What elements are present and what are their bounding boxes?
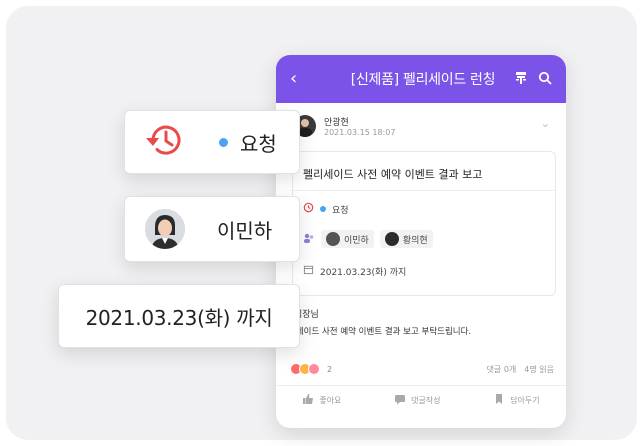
post-detail-box: 펠리세이드 사전 예약 이벤트 결과 보고 요청 이민하 황의현 2021.03… [292,151,556,296]
assignee-icon [303,232,315,247]
history-icon [303,202,314,216]
bookmark-button[interactable]: 담아두기 [493,393,540,407]
history-icon [143,120,187,164]
status-dot [320,206,326,212]
reaction-count: 2 [327,364,333,374]
status-card-label: 요청 [240,131,277,156]
due-date-card[interactable]: 2021.03.23(화) 까지 [58,284,300,348]
comment-body: 리세이드 사전 예약 이벤트 결과 보고 부탁드립니다. [288,327,472,337]
bookmark-icon [493,393,505,407]
like-button[interactable]: 좋아요 [302,393,341,407]
author-name: 안광현 [324,118,349,128]
assignee-name: 이민하 [344,235,369,246]
comment-icon [394,393,406,407]
read-count: 4명 읽음 [524,364,554,374]
divider [276,385,566,386]
heart-emoji-icon [308,363,320,375]
assignee-avatar [326,232,340,246]
status-row[interactable]: 요청 [303,202,349,216]
user-avatar [145,209,185,249]
comment-button[interactable]: 댓글작성 [394,393,441,407]
bookmark-label: 담아두기 [510,395,540,405]
post-actions: 좋아요 댓글작성 담아두기 [276,393,566,407]
header-title: [신제품] 펠리세이드 런칭 [350,72,496,88]
assignee-name: 황의현 [402,235,428,246]
comment-label: 댓글작성 [411,395,441,405]
like-label: 좋아요 [319,395,342,405]
assignee-card-name: 이민하 [217,218,273,243]
post-header: ‹ [신제품] 펠리세이드 런칭 [276,55,566,103]
status-label: 요청 [332,205,349,216]
reactions[interactable] [290,363,320,375]
search-icon[interactable] [538,70,552,89]
back-arrow-icon[interactable]: ‹ [290,70,308,88]
due-date: 2021.03.23(화) 까지 [320,267,407,278]
pin-icon[interactable] [514,70,528,89]
assignee-avatar [384,232,399,246]
assignee-row: 이민하 황의현 [303,230,433,248]
calendar-icon [303,264,314,278]
due-date-card-label: 2021.03.23(화) 까지 [85,305,273,330]
comment-count: 댓글 0개 [486,364,517,374]
divider [293,190,555,191]
due-row[interactable]: 2021.03.23(화) 까지 [303,264,406,278]
assignee-chip[interactable]: 황의현 [379,230,433,248]
post-title: 펠리세이드 사전 예약 이벤트 결과 보고 [303,168,483,181]
post-date: 2021.03.15 18:07 [324,128,396,137]
chevron-down-icon[interactable]: ⌄ [541,117,550,130]
post-stats: 2 댓글 0개 4명 읽음 [290,361,554,377]
status-dot [219,137,228,147]
assignee-chip[interactable]: 이민하 [321,230,374,248]
post-author: 안광현 2021.03.15 18:07 ⌄ [294,115,554,145]
assignee-card[interactable]: 이민하 [124,196,300,262]
thumbs-up-icon [302,393,314,407]
phone-mockup: ‹ [신제품] 펠리세이드 런칭 안광현 2021.03.15 18:07 ⌄ … [276,55,566,428]
status-card[interactable]: 요청 [124,110,300,174]
